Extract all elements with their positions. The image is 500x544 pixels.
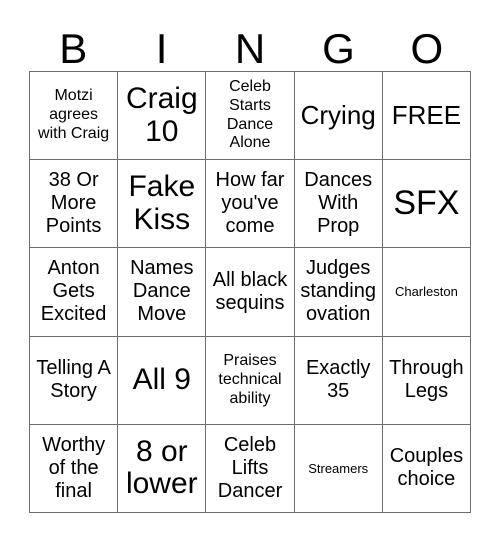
bingo-header-letter-b: B xyxy=(59,25,88,72)
bingo-cell-label: Judges standing ovation xyxy=(300,257,376,326)
bingo-cell-label: Couples choice xyxy=(389,445,464,491)
bingo-cell-label: Names Dance Move xyxy=(130,257,194,326)
bingo-cell-label: All black sequins xyxy=(212,268,288,314)
bingo-cell-r5c3[interactable]: Celeb Lifts Dancer xyxy=(206,424,295,513)
bingo-cell-label: How far you've come xyxy=(215,169,285,238)
bingo-header-letter-g: G xyxy=(322,25,355,72)
bingo-cell-r5c1[interactable]: Worthy of the final xyxy=(30,424,119,513)
bingo-cell-label: Worthy of the final xyxy=(42,433,106,502)
bingo-cell-r1c4[interactable]: Crying xyxy=(294,72,383,161)
bingo-cell-r3c2[interactable]: Names Dance Move xyxy=(118,248,207,337)
bingo-cell-r4c4[interactable]: Exactly 35 xyxy=(294,336,383,425)
bingo-cell-label: Crying xyxy=(300,100,376,131)
bingo-cell-label: Streamers xyxy=(308,460,369,476)
bingo-cell-label: Anton Gets Excited xyxy=(40,257,107,326)
bingo-header-letter-n: N xyxy=(234,25,266,72)
bingo-cell-label: Exactly 35 xyxy=(305,357,371,403)
bingo-grid: Motzi agrees with Craig Craig 10 Celeb S… xyxy=(29,71,471,513)
bingo-cell-label: Charleston xyxy=(394,284,458,300)
bingo-cell-r1c5-free[interactable]: FREE xyxy=(382,72,471,161)
bingo-cell-r3c5[interactable]: Charleston xyxy=(382,248,471,337)
bingo-cell-r4c2[interactable]: All 9 xyxy=(118,336,207,425)
bingo-cell-r2c3[interactable]: How far you've come xyxy=(206,160,295,249)
bingo-cell-label: Dances With Prop xyxy=(304,169,373,238)
bingo-cell-label: Praises technical ability xyxy=(218,351,282,407)
bingo-cell-r1c2[interactable]: Craig 10 xyxy=(118,72,207,161)
bingo-header-letter-i: I xyxy=(155,25,168,72)
bingo-cell-label: Fake Kiss xyxy=(128,170,196,236)
bingo-cell-label: Motzi agrees with Craig xyxy=(38,87,110,143)
bingo-cell-r2c1[interactable]: 38 Or More Points xyxy=(30,160,119,249)
bingo-cell-r2c4[interactable]: Dances With Prop xyxy=(294,160,383,249)
bingo-cell-label: 38 Or More Points xyxy=(45,169,102,238)
bingo-cell-r4c1[interactable]: Telling A Story xyxy=(30,336,119,425)
bingo-cell-r1c1[interactable]: Motzi agrees with Craig xyxy=(30,72,119,161)
bingo-cell-r2c2[interactable]: Fake Kiss xyxy=(118,160,207,249)
bingo-cell-r4c5[interactable]: Through Legs xyxy=(382,336,471,425)
bingo-cell-r3c3[interactable]: All black sequins xyxy=(206,248,295,337)
bingo-cell-label: 8 or lower xyxy=(125,435,198,501)
bingo-header-letter-o: O xyxy=(410,25,444,72)
bingo-cell-r1c3[interactable]: Celeb Starts Dance Alone xyxy=(206,72,295,161)
bingo-header-row: B I N G O xyxy=(29,18,471,70)
bingo-cell-label: FREE xyxy=(391,100,462,131)
bingo-cell-r5c2[interactable]: 8 or lower xyxy=(118,424,207,513)
bingo-cell-r4c3[interactable]: Praises technical ability xyxy=(206,336,295,425)
bingo-cell-label: SFX xyxy=(393,183,460,222)
bingo-cell-label: Telling A Story xyxy=(36,357,111,403)
bingo-cell-r3c1[interactable]: Anton Gets Excited xyxy=(30,248,119,337)
bingo-cell-r5c4[interactable]: Streamers xyxy=(294,424,383,513)
bingo-cell-label: Through Legs xyxy=(389,357,464,403)
bingo-cell-r2c5[interactable]: SFX xyxy=(382,160,471,249)
bingo-cell-label: Celeb Lifts Dancer xyxy=(217,433,283,502)
bingo-cell-r5c5[interactable]: Couples choice xyxy=(382,424,471,513)
bingo-cell-label: Celeb Starts Dance Alone xyxy=(226,77,274,152)
bingo-cell-label: Craig 10 xyxy=(125,82,198,148)
bingo-cell-label: All 9 xyxy=(132,363,191,396)
bingo-cell-r3c4[interactable]: Judges standing ovation xyxy=(294,248,383,337)
bingo-card: B I N G O Motzi agrees with Craig Craig … xyxy=(0,0,500,544)
